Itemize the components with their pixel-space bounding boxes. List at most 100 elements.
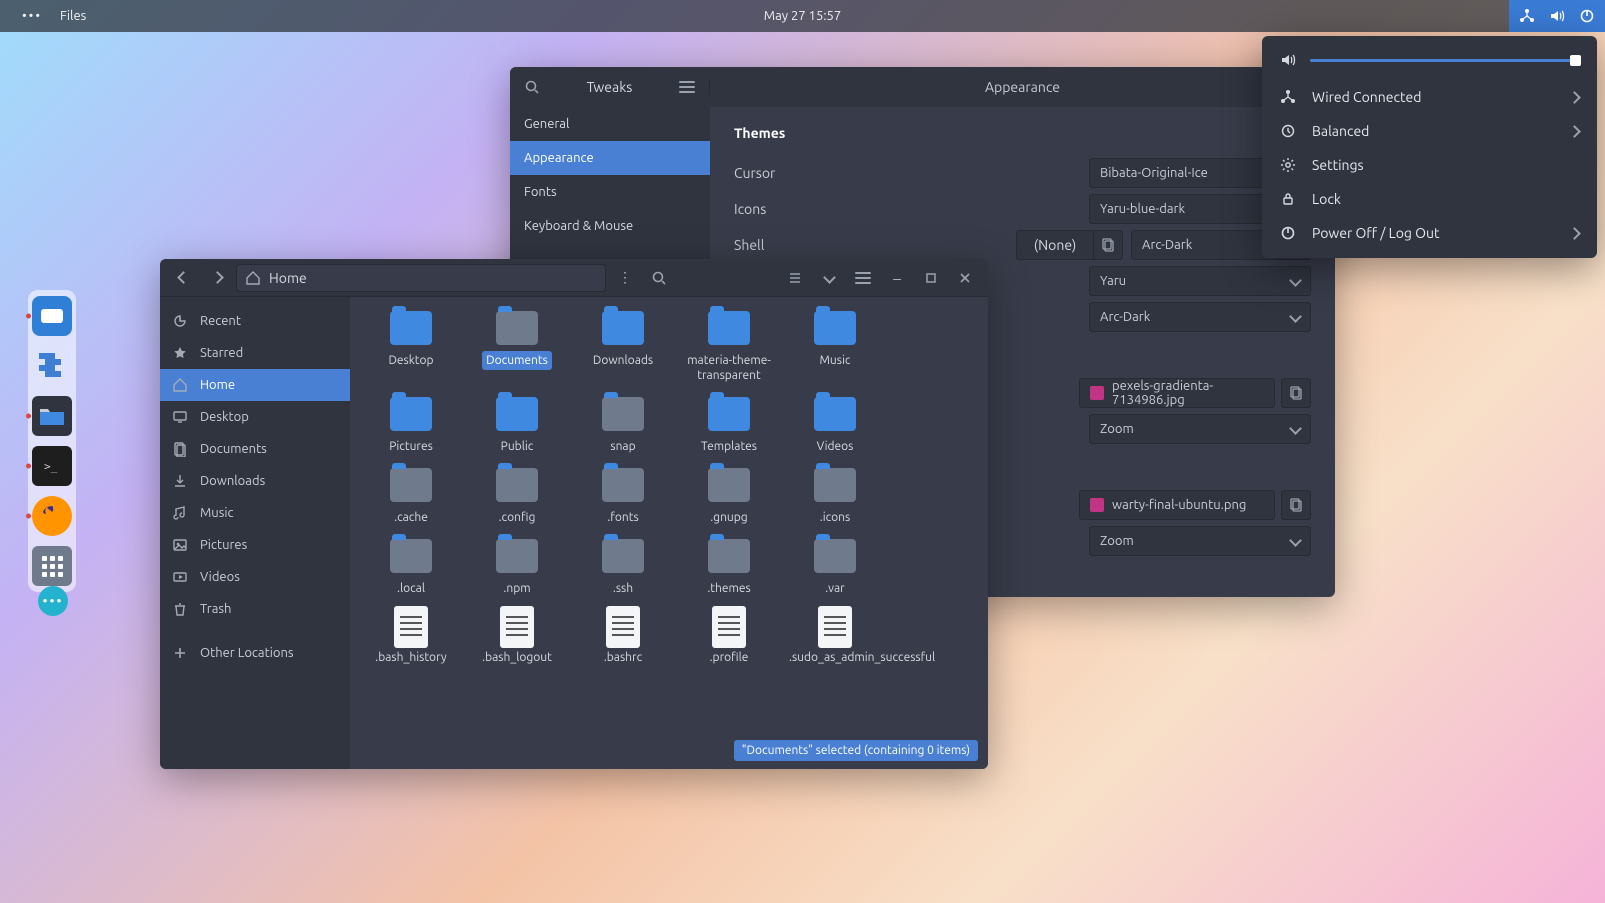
file-item[interactable]: .ssh [570, 535, 676, 598]
files-sidebar-item[interactable]: Recent [160, 305, 350, 337]
file-item[interactable]: Downloads [570, 307, 676, 385]
file-item[interactable]: .sudo_as_admin_successful [782, 606, 888, 667]
gtk-select[interactable]: Arc-Dark [1089, 302, 1311, 332]
files-sidebar-item[interactable]: Starred [160, 337, 350, 369]
forward-button[interactable] [202, 263, 232, 293]
file-item[interactable]: .var [782, 535, 888, 598]
files-sidebar-item[interactable]: Desktop [160, 401, 350, 433]
maximize-button[interactable] [916, 263, 946, 293]
file-item[interactable]: .gnupg [676, 464, 782, 527]
hamburger-button[interactable] [848, 263, 878, 293]
music-icon [172, 505, 188, 521]
themes-heading: Themes [734, 125, 1311, 141]
file-item[interactable]: .local [358, 535, 464, 598]
file-item[interactable]: .bash_history [358, 606, 464, 667]
path-bar[interactable]: Home [236, 264, 606, 292]
file-item[interactable]: .cache [358, 464, 464, 527]
volume-slider[interactable] [1310, 59, 1579, 62]
path-menu-button[interactable]: ⋮ [610, 263, 640, 293]
back-button[interactable] [168, 263, 198, 293]
sidebar-item-label: Pictures [200, 538, 247, 552]
sysmenu-item[interactable]: Lock [1262, 182, 1597, 216]
clock[interactable]: May 27 15:57 [764, 9, 841, 23]
bg2-file[interactable]: warty-final-ubuntu.png [1079, 490, 1275, 520]
folder-icon [390, 539, 432, 573]
tweaks-sidebar-item[interactable]: Fonts [510, 175, 710, 209]
file-item[interactable]: Videos [782, 393, 888, 456]
file-icon [818, 606, 852, 648]
breadcrumb: Home [269, 270, 307, 286]
dock-overflow-indicator[interactable]: ••• [38, 586, 68, 616]
file-item-label: .bash_logout [478, 648, 556, 667]
bg1-file-value: pexels-gradienta-7134986.jpg [1112, 379, 1264, 407]
shell-value: Arc-Dark [1142, 238, 1192, 252]
file-item[interactable]: Public [464, 393, 570, 456]
files-sidebar-item[interactable]: Music [160, 497, 350, 529]
sysmenu-item[interactable]: Settings [1262, 148, 1597, 182]
file-item[interactable]: Music [782, 307, 888, 385]
bg2-mode-select[interactable]: Zoom [1089, 526, 1311, 556]
tweaks-title: Tweaks [587, 79, 633, 95]
dock-app-firefox[interactable] [32, 496, 72, 536]
folder-icon [708, 539, 750, 573]
file-item[interactable]: .themes [676, 535, 782, 598]
file-item[interactable]: .bashrc [570, 606, 676, 667]
close-button[interactable] [950, 263, 980, 293]
view-options-button[interactable] [814, 263, 844, 293]
bg2-browse-button[interactable] [1281, 490, 1311, 520]
minimize-button[interactable]: ‒ [882, 263, 912, 293]
topbar: ••• Files May 27 15:57 [0, 0, 1605, 32]
shell-file-button[interactable] [1093, 230, 1123, 260]
dock-app-files[interactable] [32, 396, 72, 436]
file-item[interactable]: .fonts [570, 464, 676, 527]
folder-icon [390, 397, 432, 431]
system-tray[interactable] [1509, 0, 1605, 32]
sound-value: Yaru [1100, 274, 1126, 288]
folder-icon [814, 468, 856, 502]
files-sidebar-item[interactable]: Home [160, 369, 350, 401]
file-item[interactable]: .profile [676, 606, 782, 667]
files-sidebar-item[interactable]: Downloads [160, 465, 350, 497]
files-sidebar-item[interactable]: Videos [160, 561, 350, 593]
sysmenu-item[interactable]: Balanced [1262, 114, 1597, 148]
file-item[interactable]: Desktop [358, 307, 464, 385]
files-sidebar-item[interactable]: Trash [160, 593, 350, 625]
files-icon-grid[interactable]: DesktopDocumentsDownloadsmateria-theme-t… [350, 297, 988, 769]
file-item-label: .local [393, 579, 429, 598]
hamburger-icon[interactable] [679, 81, 695, 93]
search-button[interactable] [644, 263, 674, 293]
file-item[interactable]: Templates [676, 393, 782, 456]
tweaks-sidebar-item[interactable]: Appearance [510, 141, 710, 175]
sysmenu-item[interactable]: Power Off / Log Out [1262, 216, 1597, 250]
file-item[interactable]: snap [570, 393, 676, 456]
files-sidebar-item[interactable]: Other Locations [160, 637, 350, 669]
tweaks-sidebar-item[interactable]: General [510, 107, 710, 141]
shell-none-chip[interactable]: (None) [1016, 230, 1094, 260]
dock-show-apps[interactable] [32, 546, 72, 586]
sidebar-item-label: Documents [200, 442, 267, 456]
file-item[interactable]: .icons [782, 464, 888, 527]
appmenu-button[interactable]: ••• [22, 9, 42, 23]
bg1-file[interactable]: pexels-gradienta-7134986.jpg [1079, 378, 1275, 408]
file-item[interactable]: Documents [464, 307, 570, 385]
bg1-browse-button[interactable] [1281, 378, 1311, 408]
file-item-label: .var [821, 579, 848, 598]
sysmenu-item[interactable]: Wired Connected [1262, 80, 1597, 114]
files-sidebar-item[interactable]: Pictures [160, 529, 350, 561]
bg1-mode-select[interactable]: Zoom [1089, 414, 1311, 444]
list-view-button[interactable] [780, 263, 810, 293]
file-item[interactable]: materia-theme-transparent [676, 307, 782, 385]
file-item-label: .npm [499, 579, 534, 598]
file-item[interactable]: .bash_logout [464, 606, 570, 667]
tweaks-sidebar-item[interactable]: Keyboard & Mouse [510, 209, 710, 243]
file-item[interactable]: Pictures [358, 393, 464, 456]
dock-app-terminal[interactable]: >_ [32, 446, 72, 486]
sound-select[interactable]: Yaru [1089, 266, 1311, 296]
dock-app-extensions[interactable] [32, 346, 72, 386]
dock-app-tweaks[interactable] [32, 296, 72, 336]
file-item[interactable]: .config [464, 464, 570, 527]
folder-icon [814, 397, 856, 431]
search-icon[interactable] [524, 79, 540, 95]
files-sidebar-item[interactable]: Documents [160, 433, 350, 465]
file-item[interactable]: .npm [464, 535, 570, 598]
